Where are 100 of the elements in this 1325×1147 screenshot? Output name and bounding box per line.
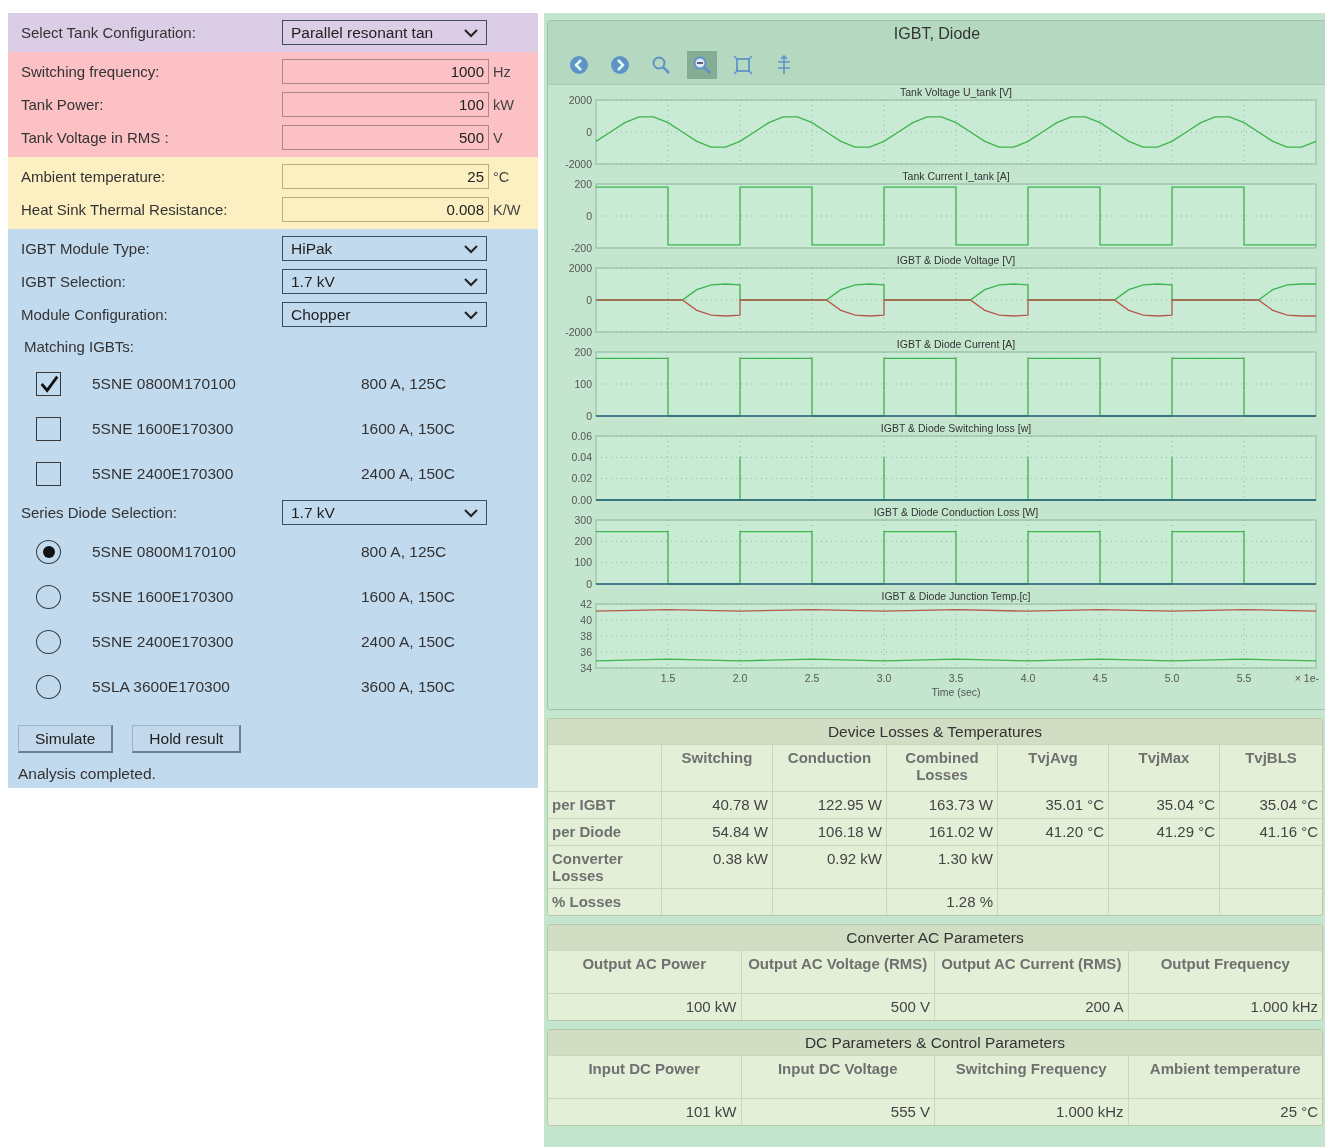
tick-label: 200 bbox=[574, 345, 592, 358]
tick-label: 0.02 bbox=[571, 472, 592, 485]
tick-label: 40 bbox=[580, 613, 592, 626]
table-cell: 25 °C bbox=[1128, 1098, 1322, 1125]
chart-title: Tank Voltage U_tank [V] bbox=[899, 86, 1013, 98]
tick-label: 4.5 bbox=[1092, 672, 1108, 684]
tick-label: -2000 bbox=[565, 325, 592, 337]
table-cell: 163.73 W bbox=[887, 791, 998, 818]
part-number: 5SNE 2400E170300 bbox=[92, 464, 235, 483]
chart-title: IGBT & Diode Junction Temp.[c] bbox=[881, 590, 1031, 602]
rating-text: 1600 A, 150C bbox=[361, 587, 455, 606]
field-label: Ambient temperature: bbox=[20, 168, 167, 185]
table-cell: 0.38 kW bbox=[662, 845, 773, 888]
tick-label: -2000 bbox=[565, 157, 592, 169]
field-label: Select Tank Configuration: bbox=[20, 24, 197, 41]
tick-label: 3.0 bbox=[876, 672, 892, 684]
tick-label: 0 bbox=[586, 409, 592, 421]
part-number: 5SNE 0800M170100 bbox=[92, 374, 237, 393]
part-number: 5SNE 0800M170100 bbox=[92, 542, 237, 561]
row-header: % Losses bbox=[548, 888, 662, 915]
tick-label: 100 bbox=[574, 556, 592, 569]
field-label: IGBT Module Type: bbox=[20, 240, 151, 257]
table-cell: 35.04 °C bbox=[1109, 791, 1220, 818]
tick-label: 2000 bbox=[568, 93, 592, 106]
rating-text: 800 A, 125C bbox=[361, 374, 447, 393]
unit-label: V bbox=[493, 129, 503, 146]
tick-label: 3.5 bbox=[948, 672, 964, 684]
table-cell: 1.28 % bbox=[887, 888, 998, 915]
column-header: TvjAvg bbox=[998, 744, 1109, 791]
tick-label: 38 bbox=[580, 629, 592, 642]
tick-label: 0 bbox=[586, 209, 592, 222]
field-label: Module Configuration: bbox=[20, 306, 169, 323]
table-cell: 555 V bbox=[741, 1098, 935, 1125]
column-header: Output Frequency bbox=[1128, 950, 1322, 993]
table-cell: 500 V bbox=[741, 993, 935, 1020]
row-header: per Diode bbox=[548, 818, 662, 845]
tick-label: 0.06 bbox=[571, 429, 592, 442]
column-header: Input DC Power bbox=[548, 1055, 742, 1098]
tick-label: 100 bbox=[574, 377, 592, 390]
column-header: Switching bbox=[662, 744, 773, 791]
status-text: Analysis completed. bbox=[17, 764, 157, 784]
rating-text: 2400 A, 150C bbox=[361, 464, 455, 483]
panel-title: IGBT, Diode bbox=[893, 25, 981, 43]
part-number: 5SNE 1600E170300 bbox=[92, 419, 235, 438]
part-number: 5SLA 3600E170300 bbox=[92, 677, 231, 696]
tick-label: 300 bbox=[574, 513, 592, 526]
column-header: Conduction bbox=[773, 744, 887, 791]
tick-label: 42 bbox=[580, 597, 592, 610]
chart-title: IGBT & Diode Conduction Loss [W] bbox=[873, 506, 1039, 518]
unit-label: °C bbox=[493, 168, 510, 185]
unit-label: kW bbox=[493, 96, 514, 113]
table-cell: 100 kW bbox=[548, 993, 742, 1020]
tick-label: 34 bbox=[580, 661, 592, 674]
row-header: Converter Losses bbox=[548, 845, 662, 888]
unit-label: Hz bbox=[493, 63, 511, 80]
table-cell: 35.04 °C bbox=[1220, 791, 1322, 818]
table-cell: 41.16 °C bbox=[1220, 818, 1322, 845]
column-header: Input DC Voltage bbox=[741, 1055, 935, 1098]
rating-text: 3600 A, 150C bbox=[361, 677, 455, 696]
table-cell: 35.01 °C bbox=[998, 791, 1109, 818]
table-cell: 200 A bbox=[935, 993, 1129, 1020]
column-header: Output AC Current (RMS) bbox=[935, 950, 1129, 993]
tick-label: 0.04 bbox=[571, 450, 592, 463]
axis-title: Time (sec) bbox=[931, 686, 981, 698]
table-cell: 54.84 W bbox=[662, 818, 773, 845]
tick-label: 0.00 bbox=[571, 493, 592, 505]
table-cell: 41.20 °C bbox=[998, 818, 1109, 845]
chart-title: IGBT & Diode Switching loss [w] bbox=[880, 422, 1032, 434]
chart-title: IGBT & Diode Current [A] bbox=[896, 338, 1016, 350]
tick-label: 5.5 bbox=[1236, 672, 1252, 684]
row-header: per IGBT bbox=[548, 791, 662, 818]
table-cell: 40.78 W bbox=[662, 791, 773, 818]
tick-label: 200 bbox=[574, 177, 592, 190]
table-title: Device Losses & Temperatures bbox=[827, 723, 1043, 740]
column-header: TvjBLS bbox=[1220, 744, 1322, 791]
part-number: 5SNE 2400E170300 bbox=[92, 632, 235, 651]
tick-label: 0 bbox=[586, 293, 592, 306]
table-title: DC Parameters & Control Parameters bbox=[804, 1034, 1066, 1051]
field-label: Series Diode Selection: bbox=[20, 504, 178, 521]
table-cell: 0.92 kW bbox=[773, 845, 887, 888]
axis-multiplier: × 1e- bbox=[1294, 672, 1319, 684]
tick-label: 1.5 bbox=[660, 672, 676, 684]
field-label: IGBT Selection: bbox=[20, 273, 127, 290]
field-label: Tank Voltage in RMS : bbox=[20, 129, 170, 146]
table-cell: 122.95 W bbox=[773, 791, 887, 818]
column-header: Switching Frequency bbox=[935, 1055, 1129, 1098]
table-cell: 1.30 kW bbox=[887, 845, 998, 888]
tick-label: 2000 bbox=[568, 261, 592, 274]
table-cell: 161.02 W bbox=[887, 818, 998, 845]
tick-label: 0 bbox=[586, 125, 592, 138]
table-cell: 101 kW bbox=[548, 1098, 742, 1125]
tick-label: 2.0 bbox=[732, 672, 748, 684]
column-header: Output AC Voltage (RMS) bbox=[741, 950, 935, 993]
table-title: Converter AC Parameters bbox=[846, 929, 1024, 946]
rating-text: 800 A, 125C bbox=[361, 542, 447, 561]
tick-label: 0 bbox=[586, 577, 592, 589]
tick-label: 2.5 bbox=[804, 672, 820, 684]
unit-label: K/W bbox=[493, 201, 521, 218]
table-cell: 41.29 °C bbox=[1109, 818, 1220, 845]
column-header: TvjMax bbox=[1109, 744, 1220, 791]
